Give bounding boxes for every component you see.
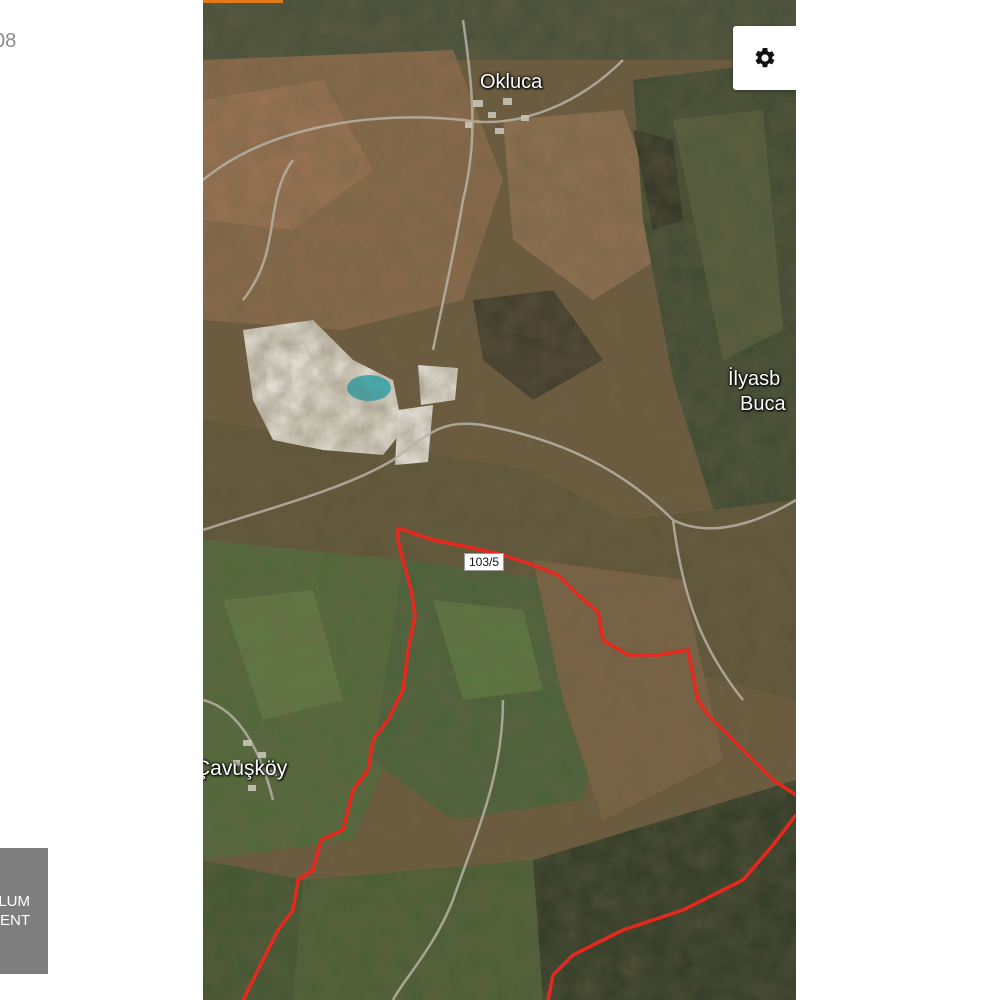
parcel-number-label[interactable]: 103/5	[464, 553, 505, 571]
logo-line-2: ENT	[0, 912, 30, 929]
side-number-text: 08	[0, 30, 17, 52]
satellite-imagery	[203, 0, 796, 1000]
place-label-buca: Buca	[740, 393, 786, 415]
place-label-okluca: Okluca	[480, 71, 543, 93]
map-top-accent	[203, 0, 283, 3]
logo-line-1: LUM	[0, 893, 30, 910]
place-label-ilyasb: İlyasb	[728, 368, 781, 390]
gear-icon	[755, 47, 774, 68]
logo-text: LUM ENT	[0, 892, 30, 930]
settings-button[interactable]	[733, 26, 796, 90]
right-white-panel	[796, 0, 1000, 1000]
place-label-cavuskoy: Çavuşköy	[203, 757, 288, 780]
map-view[interactable]: Okluca İlyasb Buca Çavuşköy 103/5	[203, 0, 796, 1000]
left-white-panel: 08 LUM ENT	[0, 0, 203, 1000]
watermark-logo: LUM ENT	[0, 848, 48, 974]
